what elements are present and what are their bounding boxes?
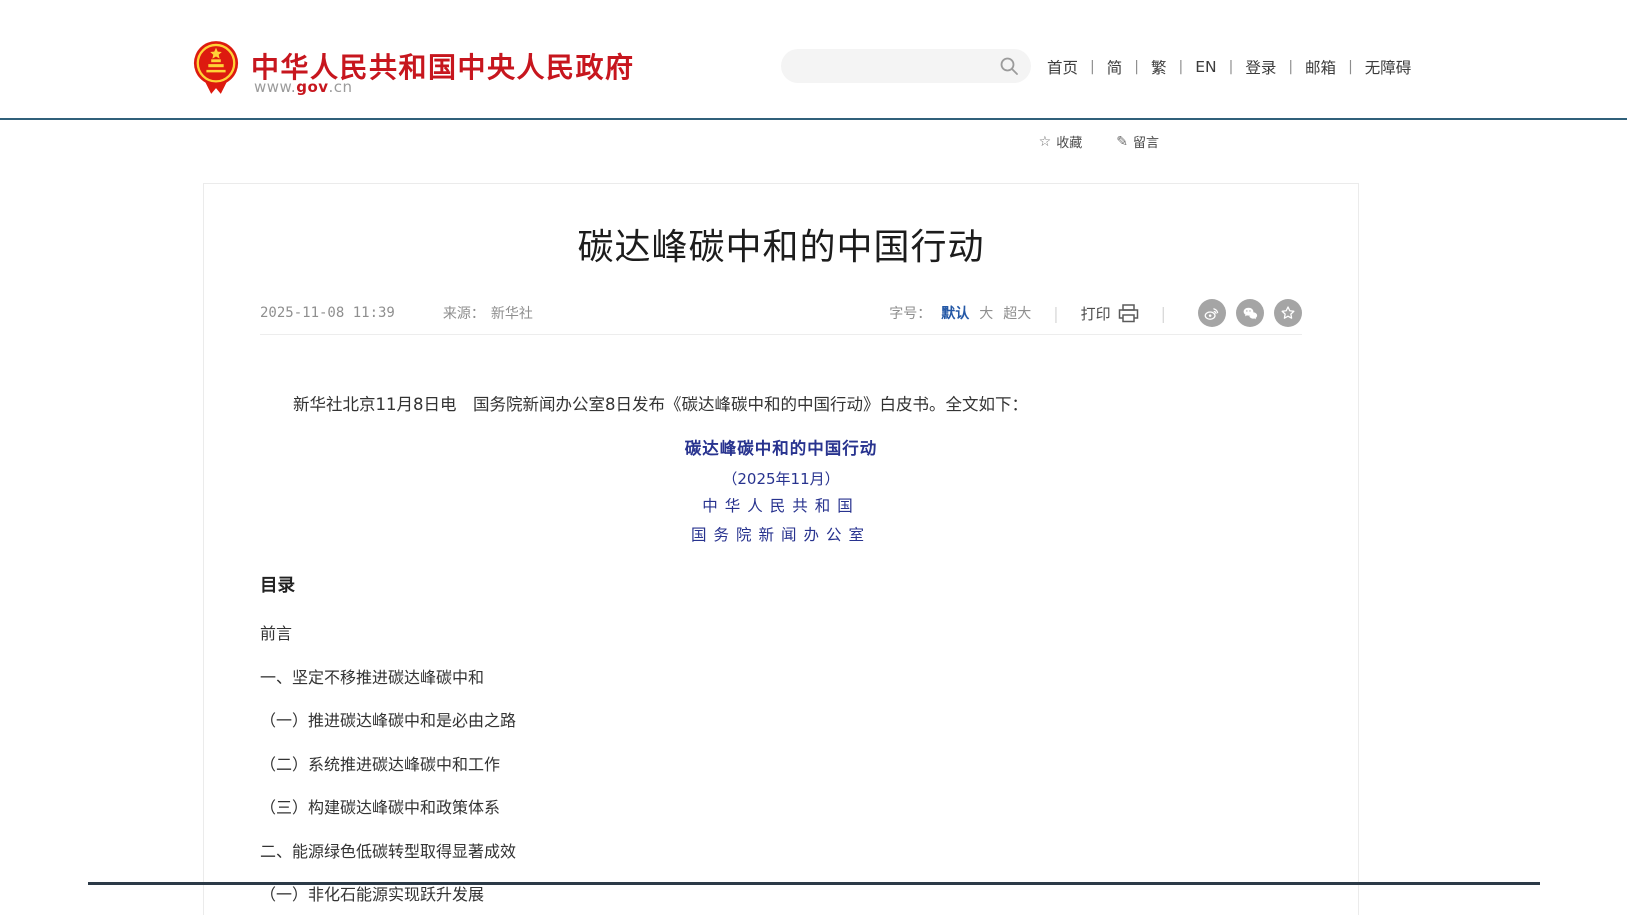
- national-emblem-logo: [192, 38, 240, 96]
- document-title: 碳达峰碳中和的中国行动: [260, 436, 1302, 462]
- document-author-line1: 中华人民共和国: [260, 492, 1302, 521]
- nav-traditional[interactable]: 繁: [1149, 56, 1169, 78]
- toc-item-1-3: （三）构建碳达峰碳中和政策体系: [260, 797, 1302, 819]
- nav-separator: |: [1288, 59, 1293, 75]
- article-meta-row: 2025-11-08 11:39 来源： 新华社 字号： 默认 大 超大 | 打印…: [260, 298, 1302, 328]
- nav-english[interactable]: EN: [1193, 58, 1218, 76]
- header-divider-line: [0, 118, 1627, 120]
- favorite-link[interactable]: ☆ 收藏: [1039, 132, 1083, 151]
- wechat-icon: [1241, 304, 1259, 322]
- document-date: （2025年11月）: [260, 466, 1302, 492]
- search-box[interactable]: [781, 49, 1031, 83]
- site-url-prefix: www.: [254, 78, 296, 96]
- document-author-line2: 国务院新闻办公室: [260, 521, 1302, 550]
- toc-item-1-1: （一）推进碳达峰碳中和是必由之路: [260, 710, 1302, 732]
- nav-mail[interactable]: 邮箱: [1303, 56, 1338, 78]
- nav-separator: |: [1229, 59, 1234, 75]
- publish-date: 2025-11-08 11:39: [260, 305, 395, 321]
- star-circle-icon: [1279, 304, 1297, 322]
- source-name[interactable]: 新华社: [491, 306, 533, 322]
- pencil-icon: ✎: [1116, 134, 1128, 150]
- font-size-default[interactable]: 默认: [941, 303, 969, 323]
- share-favorite-button[interactable]: [1274, 299, 1302, 327]
- toc-item-2: 二、能源绿色低碳转型取得显著成效: [260, 841, 1302, 863]
- nav-separator: |: [1134, 59, 1139, 75]
- source: 来源： 新华社: [443, 303, 533, 323]
- page: 中华人民共和国中央人民政府 www.gov.cn 首页 | 简 | 繁 | EN…: [0, 0, 1627, 915]
- site-header: 中华人民共和国中央人民政府 www.gov.cn 首页 | 简 | 繁 | EN…: [0, 0, 1627, 118]
- meta-divider: [260, 334, 1302, 335]
- printer-icon: [1118, 304, 1139, 323]
- article-tools: 字号： 默认 大 超大 | 打印 |: [889, 299, 1302, 327]
- top-nav: 首页 | 简 | 繁 | EN | 登录 | 邮箱 | 无障碍: [1045, 56, 1413, 78]
- tools-separator: |: [1053, 304, 1058, 323]
- toc-list: 前言 一、坚定不移推进碳达峰碳中和 （一）推进碳达峰碳中和是必由之路 （二）系统…: [260, 623, 1302, 906]
- search-icon[interactable]: [999, 56, 1019, 76]
- lead-paragraph: 新华社北京11月8日电 国务院新闻办公室8日发布《碳达峰碳中和的中国行动》白皮书…: [260, 391, 1302, 418]
- weibo-icon: [1203, 304, 1221, 322]
- source-label: 来源：: [443, 306, 485, 322]
- nav-separator: |: [1348, 59, 1353, 75]
- document-heading-block: 碳达峰碳中和的中国行动 （2025年11月） 中华人民共和国 国务院新闻办公室: [260, 436, 1302, 550]
- print-label: 打印: [1081, 303, 1111, 324]
- site-url-main: gov: [296, 78, 328, 96]
- star-outline-icon: ☆: [1039, 134, 1052, 150]
- tools-separator: |: [1161, 304, 1166, 323]
- font-size-label: 字号：: [889, 303, 931, 323]
- font-size-large[interactable]: 大: [979, 303, 993, 323]
- nav-simplified[interactable]: 简: [1105, 56, 1125, 78]
- message-label: 留言: [1133, 132, 1159, 151]
- print-button[interactable]: 打印: [1081, 303, 1139, 324]
- favorite-label: 收藏: [1056, 132, 1082, 151]
- article-title: 碳达峰碳中和的中国行动: [260, 218, 1302, 270]
- toc-item-1: 一、坚定不移推进碳达峰碳中和: [260, 667, 1302, 689]
- action-row: ☆ 收藏 ✎ 留言: [203, 132, 1359, 151]
- site-url-suffix: .cn: [329, 78, 353, 96]
- nav-separator: |: [1178, 59, 1183, 75]
- message-link[interactable]: ✎ 留言: [1116, 132, 1159, 151]
- nav-home[interactable]: 首页: [1045, 56, 1080, 78]
- nav-accessibility[interactable]: 无障碍: [1363, 56, 1414, 78]
- footer-top-border: [88, 882, 1540, 885]
- toc-heading: 目录: [260, 572, 1302, 597]
- article-card: 碳达峰碳中和的中国行动 2025-11-08 11:39 来源： 新华社 字号： …: [203, 183, 1359, 915]
- toc-item-2-1: （一）非化石能源实现跃升发展: [260, 884, 1302, 906]
- share-weibo-button[interactable]: [1198, 299, 1226, 327]
- toc-item-preface: 前言: [260, 623, 1302, 645]
- search-input[interactable]: [797, 58, 999, 74]
- font-size-xlarge[interactable]: 超大: [1003, 303, 1031, 323]
- share-wechat-button[interactable]: [1236, 299, 1264, 327]
- nav-separator: |: [1090, 59, 1095, 75]
- toc-item-1-2: （二）系统推进碳达峰碳中和工作: [260, 754, 1302, 776]
- site-url: www.gov.cn: [254, 78, 353, 96]
- nav-login[interactable]: 登录: [1243, 56, 1278, 78]
